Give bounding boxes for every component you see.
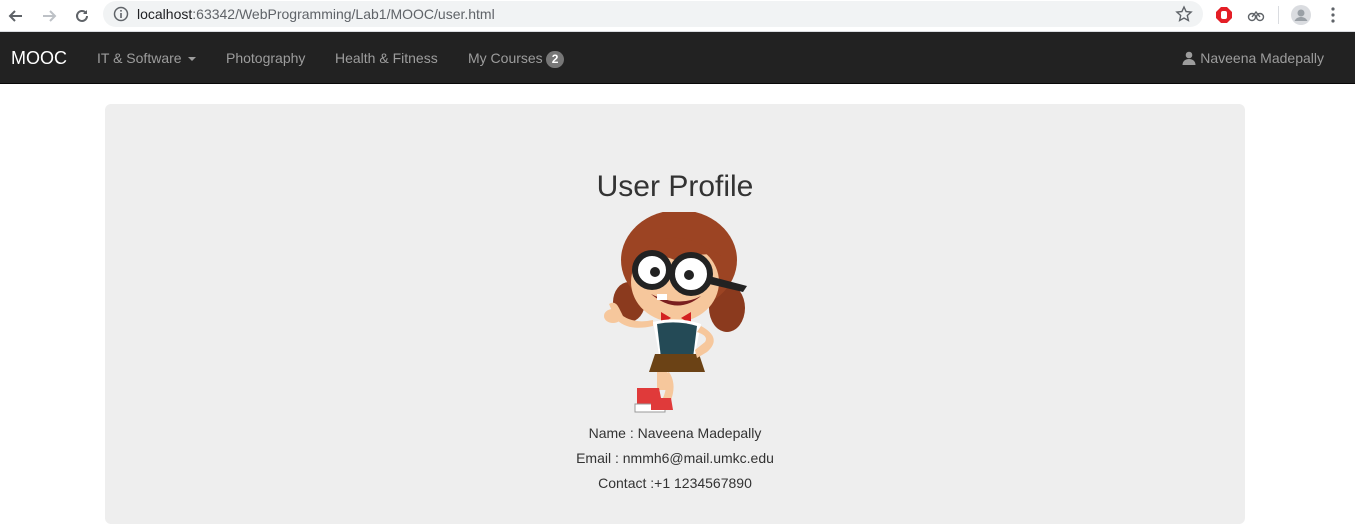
url-host: localhost	[137, 6, 193, 22]
user-name: Naveena Madepally	[1200, 50, 1324, 66]
toolbar-divider	[1278, 6, 1279, 24]
browser-toolbar: localhost:63342/WebProgramming/Lab1/MOOC…	[0, 0, 1355, 32]
forward-icon[interactable]	[37, 4, 61, 28]
page-title: User Profile	[596, 170, 754, 203]
navbar: MOOC IT & Software Photography Health & …	[0, 32, 1355, 84]
menu-kebab-icon[interactable]	[1322, 4, 1344, 26]
url-text: localhost:63342/WebProgramming/Lab1/MOOC…	[137, 6, 495, 22]
brand-link[interactable]: MOOC	[11, 48, 67, 69]
profile-email: Email : nmmh6@mail.umkc.edu	[576, 450, 774, 466]
reload-icon[interactable]	[70, 4, 94, 28]
extension-icon[interactable]	[1245, 4, 1267, 26]
back-icon[interactable]	[4, 4, 28, 28]
nav-item-my-courses[interactable]: My Courses 2	[468, 50, 565, 68]
profile-card: User Profile Name: Naveena Madepally Em…	[105, 104, 1245, 524]
profile-name: Name : Naveena Madepally	[588, 425, 762, 441]
bookmark-star-icon[interactable]	[1175, 5, 1193, 28]
info-icon[interactable]	[113, 6, 129, 27]
nav-item-health-fitness[interactable]: Health & Fitness	[335, 50, 438, 66]
nav-item-label: IT & Software	[97, 50, 182, 66]
nav-item-photography[interactable]: Photography	[226, 50, 305, 66]
caret-down-icon	[187, 57, 196, 62]
profile-avatar-image	[604, 212, 747, 413]
course-count-badge: 2	[545, 51, 565, 68]
url-path: :63342/WebProgramming/Lab1/MOOC/user.htm…	[192, 6, 495, 22]
nav-item-it-software[interactable]: IT & Software	[97, 50, 196, 66]
profile-avatar-icon[interactable]	[1290, 4, 1312, 26]
adblock-icon[interactable]	[1213, 4, 1235, 26]
profile-contact: Contact :+1 1234567890	[598, 475, 752, 491]
nav-item-label: My Courses	[468, 50, 543, 66]
address-bar[interactable]: localhost:63342/WebProgramming/Lab1/MOOC…	[103, 1, 1203, 27]
user-icon	[1182, 51, 1196, 65]
user-menu[interactable]: Naveena Madepally	[1182, 50, 1324, 66]
